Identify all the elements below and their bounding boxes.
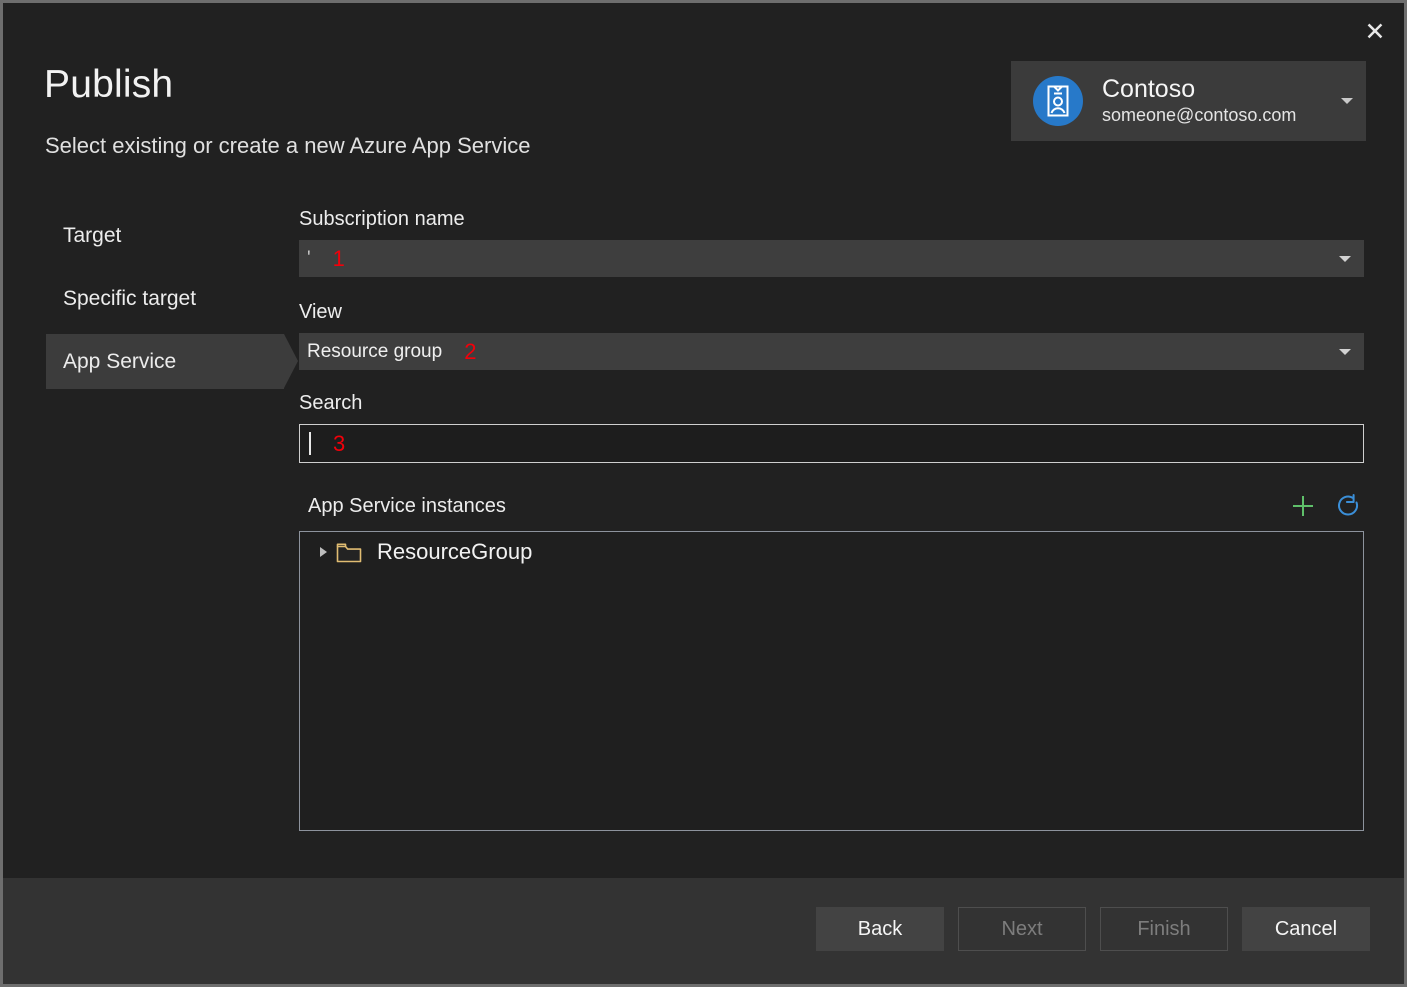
chevron-down-icon[interactable] bbox=[1339, 256, 1351, 262]
refresh-icon[interactable] bbox=[1334, 491, 1364, 521]
annotation-number-1: 1 bbox=[333, 248, 345, 270]
instances-header: App Service instances bbox=[299, 489, 1364, 523]
account-email: someone@contoso.com bbox=[1102, 105, 1341, 127]
sidebar-item-label: Specific target bbox=[63, 287, 196, 311]
back-button[interactable]: Back bbox=[816, 907, 944, 951]
account-text: Contoso someone@contoso.com bbox=[1102, 75, 1341, 127]
sidebar-item-label: Target bbox=[63, 224, 121, 248]
page-subtitle: Select existing or create a new Azure Ap… bbox=[45, 133, 530, 159]
publish-dialog: ✕ Publish Select existing or create a ne… bbox=[0, 0, 1407, 987]
view-value: Resource group bbox=[307, 341, 442, 363]
close-icon[interactable]: ✕ bbox=[1352, 9, 1398, 55]
subscription-name-label: Subscription name bbox=[299, 208, 1364, 231]
subscription-name-dropdown[interactable]: ' 1 bbox=[299, 240, 1364, 277]
page-title: Publish bbox=[44, 63, 173, 107]
cancel-button[interactable]: Cancel bbox=[1242, 907, 1370, 951]
wizard-steps-sidebar: Target Specific target App Service bbox=[46, 208, 284, 389]
instances-actions bbox=[1288, 491, 1364, 521]
account-name: Contoso bbox=[1102, 75, 1341, 103]
account-selector[interactable]: Contoso someone@contoso.com bbox=[1011, 61, 1366, 141]
id-badge-icon bbox=[1030, 73, 1086, 129]
text-cursor bbox=[309, 432, 311, 455]
tree-item-label: ResourceGroup bbox=[377, 539, 532, 565]
sidebar-item-target[interactable]: Target bbox=[46, 208, 284, 263]
tree-item-resource-group[interactable]: ResourceGroup bbox=[300, 532, 1363, 572]
app-service-instances-tree[interactable]: ResourceGroup bbox=[299, 531, 1364, 831]
annotation-number-3: 3 bbox=[333, 433, 345, 455]
search-label: Search bbox=[299, 392, 1364, 415]
sidebar-item-specific-target[interactable]: Specific target bbox=[46, 271, 284, 326]
next-button[interactable]: Next bbox=[958, 907, 1086, 951]
footer-buttons: Back Next Finish Cancel bbox=[816, 907, 1370, 951]
chevron-right-icon[interactable] bbox=[313, 547, 333, 557]
annotation-number-2: 2 bbox=[464, 341, 476, 363]
folder-icon bbox=[336, 541, 362, 563]
app-service-instances-label: App Service instances bbox=[308, 495, 506, 518]
sidebar-item-label: App Service bbox=[63, 350, 176, 374]
plus-icon[interactable] bbox=[1288, 491, 1318, 521]
chevron-down-icon[interactable] bbox=[1339, 349, 1351, 355]
search-input[interactable]: 3 bbox=[299, 424, 1364, 463]
chevron-down-icon[interactable] bbox=[1341, 98, 1353, 104]
subscription-name-value: ' bbox=[307, 249, 311, 268]
dialog-footer: Back Next Finish Cancel bbox=[3, 878, 1404, 984]
view-dropdown[interactable]: Resource group 2 bbox=[299, 333, 1364, 370]
app-service-form: Subscription name ' 1 View Resource grou… bbox=[299, 208, 1364, 831]
finish-button[interactable]: Finish bbox=[1100, 907, 1228, 951]
sidebar-item-app-service[interactable]: App Service bbox=[46, 334, 284, 389]
view-label: View bbox=[299, 301, 1364, 324]
